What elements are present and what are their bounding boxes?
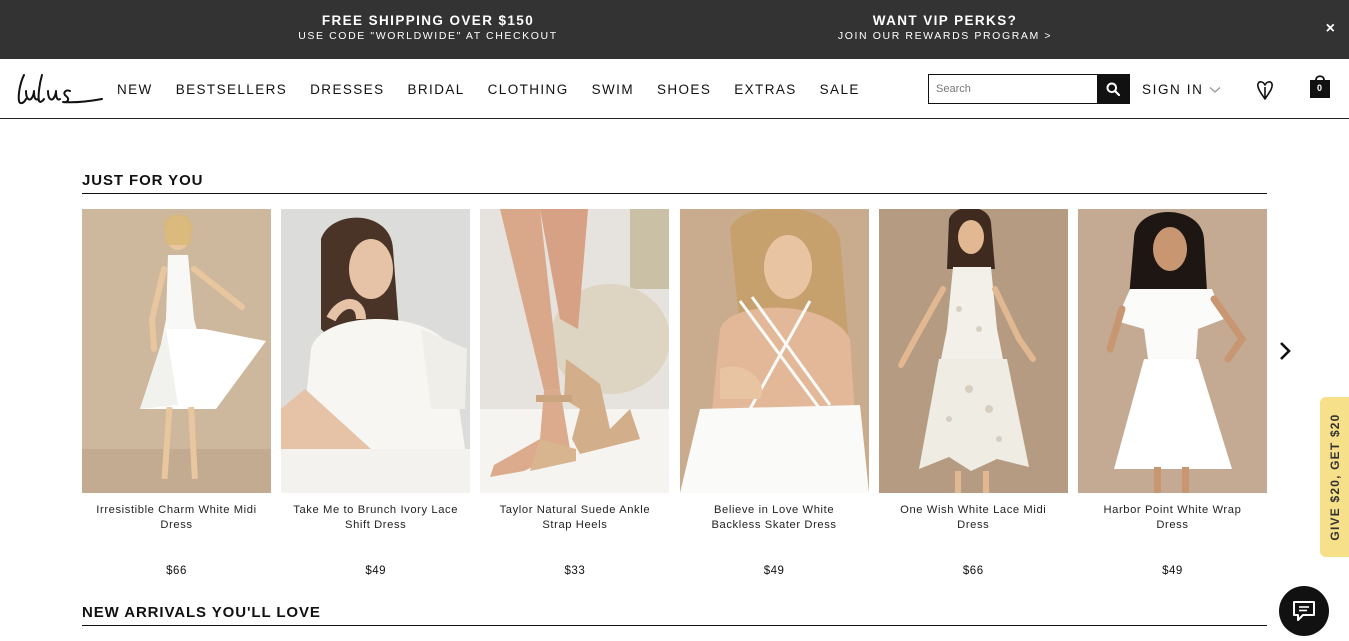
referral-tab-label: GIVE $20, GET $20 [1327,413,1342,541]
rewards-program-link[interactable]: JOIN OUR REWARDS PROGRAM > [810,29,1080,43]
nav-bestsellers[interactable]: BESTSELLERS [176,82,287,97]
bag-count: 0 [1316,83,1322,93]
chat-button[interactable] [1279,586,1329,636]
search-button[interactable] [1097,75,1129,103]
product-card[interactable]: Harbor Point White Wrap Dress $49 [1077,209,1267,577]
nav-clothing[interactable]: CLOTHING [488,82,569,97]
search-box [928,74,1130,104]
search-input[interactable] [929,75,1097,103]
promo-bar: FREE SHIPPING OVER $150 USE CODE "WORLDW… [0,0,1349,59]
product-price: $66 [166,565,187,577]
chevron-right-icon[interactable] [1276,340,1294,362]
section-divider [82,193,1267,194]
lulus-logo[interactable] [16,69,104,109]
product-card[interactable]: Believe in Love White Backless Skater Dr… [679,209,869,577]
sign-in-menu[interactable]: SIGN IN [1142,82,1221,97]
sign-in-label: SIGN IN [1142,82,1204,97]
nav-extras[interactable]: EXTRAS [734,82,796,97]
product-carousel: Irresistible Charm White Midi Dress $66 … [82,209,1267,577]
product-image[interactable] [679,209,869,493]
free-shipping-code: USE CODE "WORLDWIDE" AT CHECKOUT [298,30,558,42]
free-shipping-heading: FREE SHIPPING OVER $150 [321,13,535,28]
product-image[interactable] [1077,209,1267,493]
nav-swim[interactable]: SWIM [592,82,634,97]
product-image[interactable] [878,209,1068,493]
product-image[interactable] [281,209,471,493]
product-price: $49 [1162,565,1183,577]
product-card[interactable]: One Wish White Lace Midi Dress $66 [878,209,1068,577]
vip-perks-promo[interactable]: WANT VIP PERKS? JOIN OUR REWARDS PROGRAM… [810,13,1080,43]
product-price: $33 [564,565,586,577]
main-nav: NEW BESTSELLERS DRESSES BRIDAL CLOTHING … [117,82,883,97]
product-name[interactable]: Harbor Point White Wrap Dress [1078,503,1267,555]
product-image[interactable] [82,209,271,493]
product-name[interactable]: Believe in Love White Backless Skater Dr… [680,503,869,555]
product-card[interactable]: Take Me to Brunch Ivory Lace Shift Dress… [281,209,471,577]
product-price: $66 [962,565,984,577]
product-price: $49 [763,565,785,577]
product-image[interactable] [480,209,670,493]
nav-dresses[interactable]: DRESSES [310,82,384,97]
new-arrivals-title: NEW ARRIVALS YOU'LL LOVE [82,604,321,621]
product-name[interactable]: Take Me to Brunch Ivory Lace Shift Dress [281,503,470,555]
product-name[interactable]: One Wish White Lace Midi Dress [879,503,1068,555]
product-name[interactable]: Irresistible Charm White Midi Dress [82,503,271,555]
nav-shoes[interactable]: SHOES [657,82,711,97]
nav-new[interactable]: NEW [117,82,153,97]
product-price: $49 [365,565,387,577]
heart-icon[interactable] [1255,79,1275,101]
free-shipping-promo[interactable]: FREE SHIPPING OVER $150 USE CODE "WORLDW… [278,13,578,43]
chat-icon [1293,601,1315,621]
just-for-you-title: JUST FOR YOU [82,172,204,189]
section-divider [82,625,1267,626]
product-name[interactable]: Taylor Natural Suede Ankle Strap Heels [480,503,669,555]
vip-perks-heading: WANT VIP PERKS? [872,13,1018,28]
close-icon[interactable]: × [1326,20,1335,38]
shopping-bag-button[interactable]: 0 [1309,73,1331,99]
search-icon [1106,82,1120,96]
referral-tab[interactable]: GIVE $20, GET $20 [1320,397,1349,557]
product-card[interactable]: Irresistible Charm White Midi Dress $66 [82,209,271,577]
chevron-down-icon [1210,86,1221,93]
product-card[interactable]: Taylor Natural Suede Ankle Strap Heels $… [480,209,670,577]
nav-sale[interactable]: SALE [820,82,860,97]
site-header: NEW BESTSELLERS DRESSES BRIDAL CLOTHING … [0,59,1349,119]
nav-bridal[interactable]: BRIDAL [407,82,464,97]
